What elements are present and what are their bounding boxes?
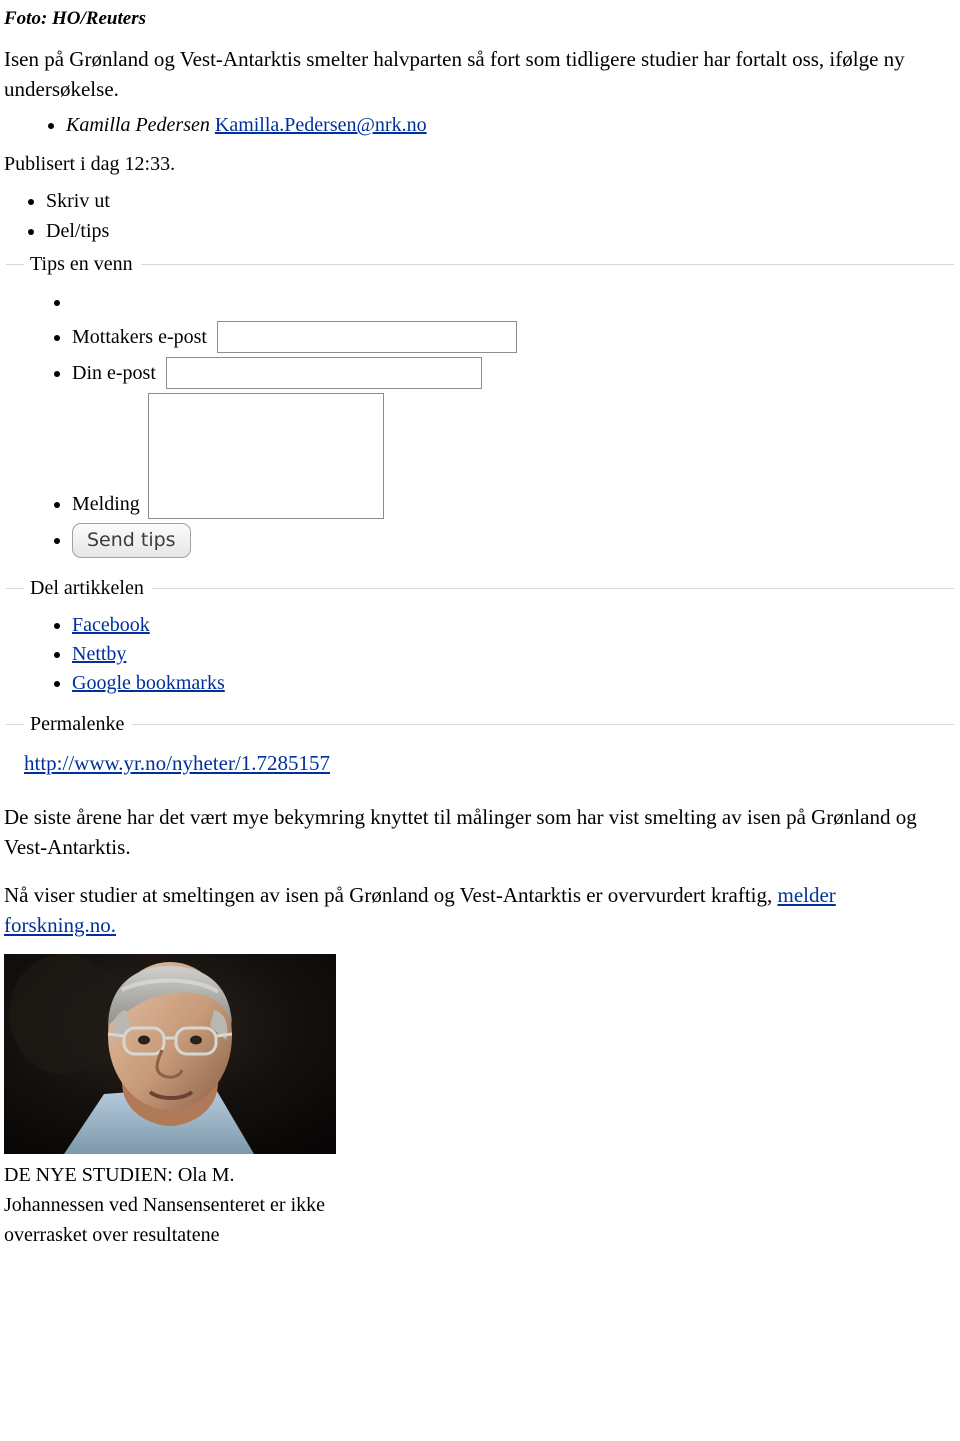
tips-a-friend-body: Mottakers e-post Din e-post Melding [6, 265, 954, 558]
sender-row: Din e-post [72, 357, 954, 389]
portrait-photo-graphic [4, 954, 336, 1154]
recipient-row: Mottakers e-post [72, 321, 954, 353]
tips-form-spacer-item [72, 287, 954, 317]
article-lead: Isen på Grønland og Vest-Antarktis smelt… [4, 47, 905, 101]
permalink-url-link[interactable]: http://www.yr.no/nyheter/1.7285157 [24, 751, 954, 776]
permalink-group: Permalenke http://www.yr.no/nyheter/1.72… [6, 711, 954, 784]
article-actions-list: Skriv ut Del/tips [0, 186, 960, 246]
photo-caption: DE NYE STUDIEN: Ola M. Johannessen ved N… [4, 1164, 325, 1246]
recipient-field-item: Mottakers e-post [72, 321, 954, 353]
byline-author-name: Kamilla Pedersen [66, 114, 210, 136]
tips-a-friend-group: Tips en venn Mottakers e-post Din e-post [6, 251, 954, 570]
recipient-label: Mottakers e-post [72, 326, 207, 348]
byline-item: Kamilla Pedersen Kamilla.Pedersen@nrk.no [66, 110, 960, 140]
sender-email-input[interactable] [165, 357, 482, 389]
sender-label: Din e-post [72, 362, 156, 384]
send-tips-button[interactable]: Send tips [72, 523, 191, 558]
share-item-nettby: Nettby [72, 640, 954, 669]
share-links-list: Facebook Nettby Google bookmarks [6, 611, 954, 698]
portrait-photo [4, 954, 336, 1154]
message-textarea[interactable] [147, 393, 384, 519]
source-link-melder[interactable]: melder [777, 883, 835, 907]
byline-email-link[interactable]: Kamilla.Pedersen@nrk.no [215, 114, 427, 136]
recipient-email-input[interactable] [216, 321, 517, 353]
tips-form-list: Mottakers e-post Din e-post Melding [6, 287, 954, 558]
message-label: Melding [72, 493, 140, 515]
sender-field-item: Din e-post [72, 357, 954, 389]
photo-credit: Foto: HO/Reuters [4, 8, 146, 29]
message-row: Melding [72, 393, 954, 519]
share-link-nettby[interactable]: Nettby [72, 643, 126, 665]
article-photo-block [4, 954, 960, 1154]
share-article-body: Facebook Nettby Google bookmarks [6, 589, 954, 698]
send-button-item: Send tips [72, 523, 954, 558]
published-timestamp: Publisert i dag 12:33. [4, 153, 176, 175]
message-field-item: Melding [72, 393, 954, 519]
article-page: Foto: HO/Reuters Isen på Grønland og Ves… [0, 0, 960, 1441]
share-link-google-bookmarks[interactable]: Google bookmarks [72, 672, 225, 694]
share-article-legend: Del artikkelen [24, 575, 152, 601]
share-item-google-bookmarks: Google bookmarks [72, 669, 954, 698]
article-paragraph-2-text: Nå viser studier at smeltingen av isen p… [4, 883, 778, 907]
byline-list: Kamilla Pedersen Kamilla.Pedersen@nrk.no [0, 110, 960, 140]
permalink-legend: Permalenke [24, 711, 133, 737]
article-paragraph-2: Nå viser studier at smeltingen av isen p… [4, 880, 944, 940]
share-article-group: Del artikkelen Facebook Nettby Google bo… [6, 575, 954, 706]
permalink-body: http://www.yr.no/nyheter/1.7285157 [6, 725, 954, 776]
source-link-forskning[interactable]: forskning.no. [4, 913, 116, 937]
article-paragraph-1: De siste årene har det vært mye bekymrin… [4, 805, 917, 859]
share-item-facebook: Facebook [72, 611, 954, 640]
tips-a-friend-legend: Tips en venn [24, 251, 141, 277]
action-print[interactable]: Skriv ut [46, 186, 960, 216]
action-share-tip[interactable]: Del/tips [46, 216, 960, 246]
share-link-facebook[interactable]: Facebook [72, 614, 150, 636]
